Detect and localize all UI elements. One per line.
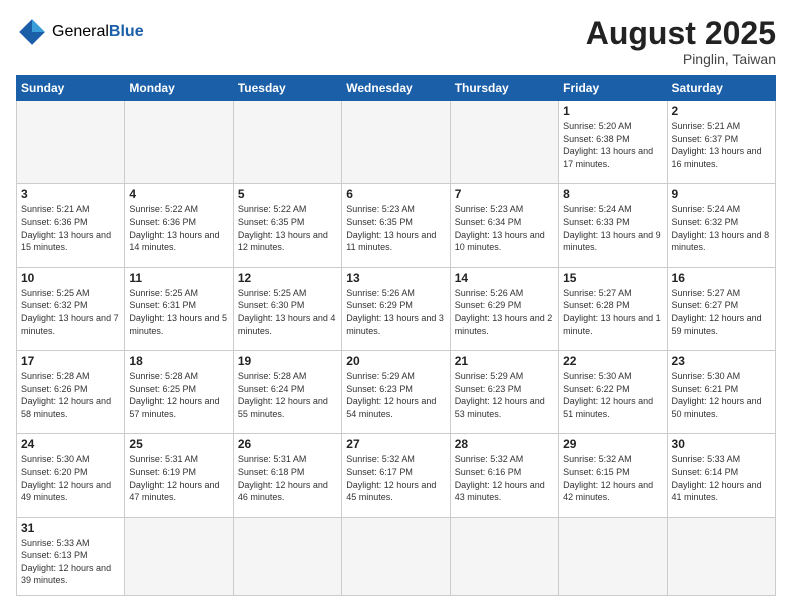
day-7: 7 Sunrise: 5:23 AMSunset: 6:34 PMDayligh…: [450, 184, 558, 267]
weekday-header-row: Sunday Monday Tuesday Wednesday Thursday…: [17, 76, 776, 101]
day-26: 26 Sunrise: 5:31 AMSunset: 6:18 PMDaylig…: [233, 434, 341, 517]
day-18: 18 Sunrise: 5:28 AMSunset: 6:25 PMDaylig…: [125, 351, 233, 434]
day-23: 23 Sunrise: 5:30 AMSunset: 6:21 PMDaylig…: [667, 351, 775, 434]
week-row-5: 24 Sunrise: 5:30 AMSunset: 6:20 PMDaylig…: [17, 434, 776, 517]
empty-cell: [17, 101, 125, 184]
empty-cell: [342, 101, 450, 184]
header-thursday: Thursday: [450, 76, 558, 101]
page: GeneralBlue August 2025 Pinglin, Taiwan …: [0, 0, 792, 612]
empty-cell: [450, 101, 558, 184]
day-16: 16 Sunrise: 5:27 AMSunset: 6:27 PMDaylig…: [667, 267, 775, 350]
empty-cell: [125, 517, 233, 595]
day-19: 19 Sunrise: 5:28 AMSunset: 6:24 PMDaylig…: [233, 351, 341, 434]
day-6: 6 Sunrise: 5:23 AMSunset: 6:35 PMDayligh…: [342, 184, 450, 267]
logo-text: GeneralBlue: [52, 23, 144, 41]
day-12: 12 Sunrise: 5:25 AMSunset: 6:30 PMDaylig…: [233, 267, 341, 350]
empty-cell: [559, 517, 667, 595]
day-10: 10 Sunrise: 5:25 AMSunset: 6:32 PMDaylig…: [17, 267, 125, 350]
location: Pinglin, Taiwan: [586, 51, 776, 67]
logo: GeneralBlue: [16, 16, 144, 48]
day-1: 1 Sunrise: 5:20 AM Sunset: 6:38 PM Dayli…: [559, 101, 667, 184]
day-24: 24 Sunrise: 5:30 AMSunset: 6:20 PMDaylig…: [17, 434, 125, 517]
week-row-6: 31 Sunrise: 5:33 AMSunset: 6:13 PMDaylig…: [17, 517, 776, 595]
header-sunday: Sunday: [17, 76, 125, 101]
day-1-info: Sunrise: 5:20 AM Sunset: 6:38 PM Dayligh…: [563, 120, 662, 170]
day-8: 8 Sunrise: 5:24 AMSunset: 6:33 PMDayligh…: [559, 184, 667, 267]
title-block: August 2025 Pinglin, Taiwan: [586, 16, 776, 67]
calendar: Sunday Monday Tuesday Wednesday Thursday…: [16, 75, 776, 596]
empty-cell: [667, 517, 775, 595]
day-30: 30 Sunrise: 5:33 AMSunset: 6:14 PMDaylig…: [667, 434, 775, 517]
day-11: 11 Sunrise: 5:25 AMSunset: 6:31 PMDaylig…: [125, 267, 233, 350]
empty-cell: [233, 101, 341, 184]
day-14: 14 Sunrise: 5:26 AMSunset: 6:29 PMDaylig…: [450, 267, 558, 350]
day-2-info: Sunrise: 5:21 AM Sunset: 6:37 PM Dayligh…: [672, 120, 771, 170]
empty-cell: [450, 517, 558, 595]
week-row-1: 1 Sunrise: 5:20 AM Sunset: 6:38 PM Dayli…: [17, 101, 776, 184]
empty-cell: [342, 517, 450, 595]
day-20: 20 Sunrise: 5:29 AMSunset: 6:23 PMDaylig…: [342, 351, 450, 434]
day-21: 21 Sunrise: 5:29 AMSunset: 6:23 PMDaylig…: [450, 351, 558, 434]
logo-icon: [16, 16, 48, 48]
day-31: 31 Sunrise: 5:33 AMSunset: 6:13 PMDaylig…: [17, 517, 125, 595]
week-row-3: 10 Sunrise: 5:25 AMSunset: 6:32 PMDaylig…: [17, 267, 776, 350]
day-9: 9 Sunrise: 5:24 AMSunset: 6:32 PMDayligh…: [667, 184, 775, 267]
day-28: 28 Sunrise: 5:32 AMSunset: 6:16 PMDaylig…: [450, 434, 558, 517]
day-5: 5 Sunrise: 5:22 AMSunset: 6:35 PMDayligh…: [233, 184, 341, 267]
day-13: 13 Sunrise: 5:26 AMSunset: 6:29 PMDaylig…: [342, 267, 450, 350]
day-22: 22 Sunrise: 5:30 AMSunset: 6:22 PMDaylig…: [559, 351, 667, 434]
day-27: 27 Sunrise: 5:32 AMSunset: 6:17 PMDaylig…: [342, 434, 450, 517]
day-4: 4 Sunrise: 5:22 AMSunset: 6:36 PMDayligh…: [125, 184, 233, 267]
week-row-4: 17 Sunrise: 5:28 AMSunset: 6:26 PMDaylig…: [17, 351, 776, 434]
day-3: 3 Sunrise: 5:21 AMSunset: 6:36 PMDayligh…: [17, 184, 125, 267]
header: GeneralBlue August 2025 Pinglin, Taiwan: [16, 16, 776, 67]
header-friday: Friday: [559, 76, 667, 101]
day-25: 25 Sunrise: 5:31 AMSunset: 6:19 PMDaylig…: [125, 434, 233, 517]
empty-cell: [233, 517, 341, 595]
header-tuesday: Tuesday: [233, 76, 341, 101]
header-monday: Monday: [125, 76, 233, 101]
header-wednesday: Wednesday: [342, 76, 450, 101]
header-saturday: Saturday: [667, 76, 775, 101]
day-2: 2 Sunrise: 5:21 AM Sunset: 6:37 PM Dayli…: [667, 101, 775, 184]
day-17: 17 Sunrise: 5:28 AMSunset: 6:26 PMDaylig…: [17, 351, 125, 434]
day-29: 29 Sunrise: 5:32 AMSunset: 6:15 PMDaylig…: [559, 434, 667, 517]
week-row-2: 3 Sunrise: 5:21 AMSunset: 6:36 PMDayligh…: [17, 184, 776, 267]
month-title: August 2025: [586, 16, 776, 51]
empty-cell: [125, 101, 233, 184]
day-15: 15 Sunrise: 5:27 AMSunset: 6:28 PMDaylig…: [559, 267, 667, 350]
